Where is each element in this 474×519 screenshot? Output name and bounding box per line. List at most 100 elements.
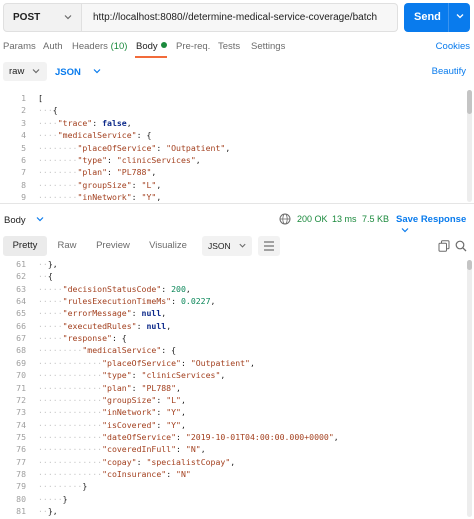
chevron-down-icon [456,14,463,19]
code-text: ·············"copay": "specialistCopay", [38,456,236,467]
body-language-select[interactable]: JSON [55,66,102,78]
line-number: 8 [21,179,26,190]
code-text: ·············"type": "clinicServices", [38,370,226,381]
code-text: ·····"response": { [38,333,127,344]
line-number: 1 [21,93,26,103]
tab-params[interactable]: Params [3,41,36,52]
code-text: ········"plan": "PL788", [38,167,157,178]
body-mode-select[interactable]: raw [3,62,47,81]
code-text: ·············"dateOfService": "2019-10-0… [38,431,339,442]
response-time[interactable]: 13 ms [332,214,357,224]
request-body-editor[interactable]: 1[2 ···{3 ····"trace": false, 4 ····"medical… [0,90,474,204]
code-text: ········"groupSize": "L", [38,179,162,190]
code-line: 74 ·············"isCovered": "Y", [0,419,474,431]
body-mode-label: raw [9,66,25,77]
code-text: [ [38,93,43,103]
code-text: ·····"errorMessage": null, [38,308,167,319]
code-text: ··{ [38,271,53,282]
code-text: ········"inNetwork": "Y", [38,192,162,203]
tab-headers-label: Headers [72,41,108,52]
code-text: ·········"medicalService": { [38,345,177,356]
line-number: 67 [16,333,26,344]
tab-prereq[interactable]: Pre-req. [176,41,210,52]
tab-body-label: Body [136,41,158,52]
code-line: 70 ·············"type": "clinicServices", [0,369,474,381]
body-modified-dot [160,42,167,48]
tab-auth[interactable]: Auth [43,41,63,52]
code-text: ····"medicalService": { [38,130,152,141]
send-options-button[interactable] [448,3,470,32]
response-status[interactable]: 200 OK [297,214,328,224]
line-number: 3 [21,117,26,128]
line-number: 66 [16,320,26,331]
wrap-lines-button[interactable] [258,236,280,256]
code-line: 66 ·····"executedRules": null, [0,320,474,332]
code-text: ·············"isCovered": "Y", [38,419,186,430]
line-number: 5 [21,142,26,153]
code-text: ····"trace": false, [38,117,132,128]
line-number: 6 [21,155,26,165]
code-line: 79 ·········} [0,480,474,492]
code-text: ·············"coInsurance": "N" [38,468,191,479]
method-select[interactable]: POST [3,3,82,32]
code-line: 6 ········"type": "clinicServices", [0,154,474,166]
globe-icon [279,213,291,225]
code-line: 81 ··}, [0,505,474,517]
code-text: ·············"coveredInFull": "N", [38,444,206,455]
send-button[interactable]: Send [404,3,448,32]
response-size[interactable]: 7.5 KB [362,214,389,224]
wrap-lines-icon [264,241,274,251]
cookies-link[interactable]: Cookies [436,41,470,52]
code-line: 1[ [0,92,474,104]
search-icon[interactable] [455,240,467,252]
code-line: 62 ··{ [0,270,474,282]
line-number: 64 [16,296,26,307]
chevron-down-icon [239,243,246,248]
response-language-select[interactable]: JSON [202,236,252,256]
code-text: ········"placeOfService": "Outpatient", [38,142,231,153]
code-line: 75 ·············"dateOfService": "2019-10… [0,431,474,443]
tab-settings[interactable]: Settings [251,41,285,52]
response-language-label: JSON [208,241,231,251]
url-input[interactable]: http://localhost:8080//determine-medical… [82,3,398,32]
line-number: 69 [16,357,26,368]
code-text: ·····"rulesExecutionTimeMs": 0.0227, [38,296,216,307]
line-number: 7 [21,167,26,178]
response-body-viewer[interactable]: 61 ··}, 62 ··{63 ·····"decisionStatusCode": … [0,260,474,519]
response-header: Body 200 OK 13 ms 7.5 KB Save Response [0,209,474,233]
copy-icon[interactable] [438,240,450,252]
code-line: 9 ········"inNetwork": "Y", [0,191,474,203]
response-body-select[interactable]: Body [4,214,45,226]
code-line: 76 ·············"coveredInFull": "N", [0,443,474,455]
tab-headers[interactable]: Headers (10) [72,41,127,52]
view-pretty[interactable]: Pretty [3,236,47,256]
code-text: ·····"decisionStatusCode": 200, [38,283,191,294]
line-number: 79 [16,481,26,492]
code-line: 73 ·············"inNetwork": "Y", [0,406,474,418]
code-line: 7 ········"plan": "PL788", [0,166,474,178]
code-text: ·····} [38,493,68,504]
view-visualize[interactable]: Visualize [145,236,191,256]
tab-body[interactable]: Body [136,41,167,52]
chevron-down-icon [36,217,44,222]
line-number: 74 [16,419,26,430]
code-text: ·········} [38,481,88,492]
save-response-button[interactable]: Save Response [396,214,474,237]
line-number: 62 [16,271,26,282]
view-preview[interactable]: Preview [90,236,136,256]
tab-tests[interactable]: Tests [218,41,240,52]
code-line: 4 ····"medicalService": { [0,129,474,141]
code-line: 5 ········"placeOfService": "Outpatient", [0,142,474,154]
line-number: 77 [16,456,26,467]
save-response-label: Save Response [396,214,467,225]
code-text: ···{ [38,105,58,116]
code-line: 3 ····"trace": false, [0,117,474,129]
beautify-link[interactable]: Beautify [432,66,466,77]
line-number: 76 [16,444,26,455]
line-number: 4 [21,130,26,141]
line-number: 68 [16,345,26,356]
view-raw[interactable]: Raw [52,236,82,256]
chevron-down-icon [64,15,72,20]
chevron-down-icon [93,69,100,74]
request-tabs: Params Auth Headers (10) Body Pre-req. T… [0,38,474,58]
